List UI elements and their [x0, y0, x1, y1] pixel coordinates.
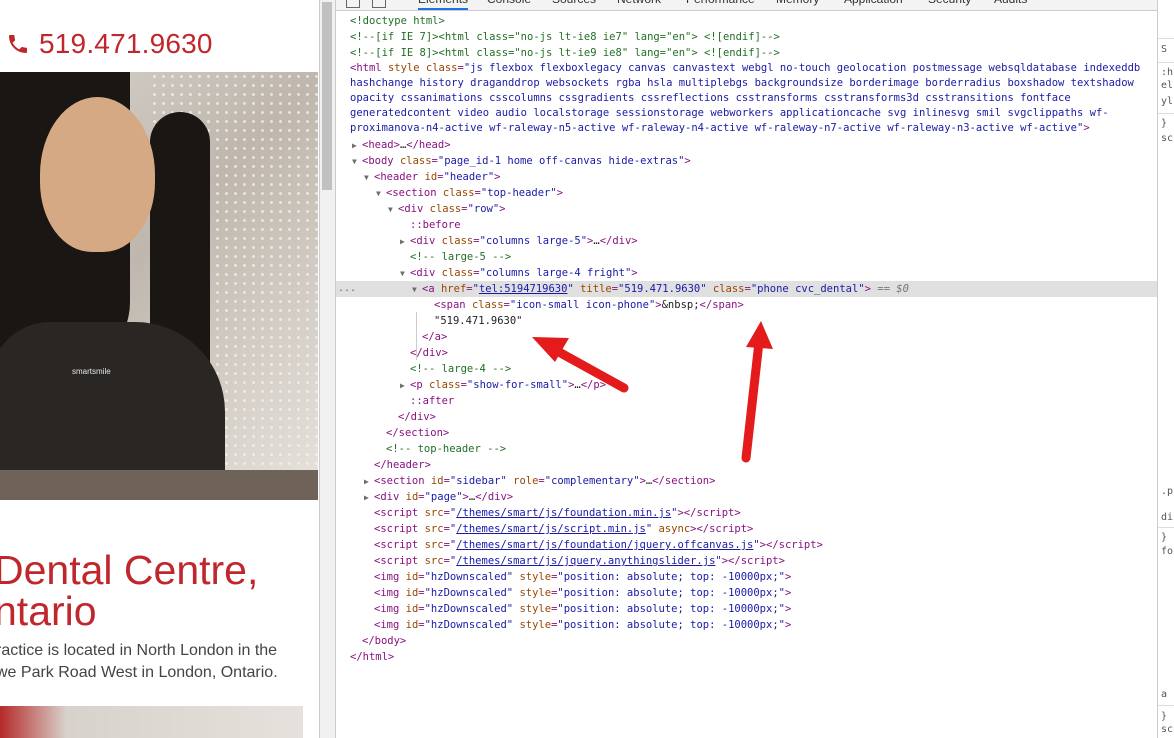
arrow-to-text-node — [532, 337, 629, 393]
website-viewport: 519.471.9630 smartsmile Dental Centre, n… — [0, 0, 319, 738]
phone-number: 519.471.9630 — [39, 28, 213, 59]
styles-fragment: sc — [1161, 724, 1174, 735]
scrollbar-thumb[interactable] — [322, 2, 332, 190]
styles-fragment: :h — [1161, 67, 1174, 78]
annotation-arrows — [532, 321, 773, 463]
styles-fragment: el — [1161, 80, 1174, 91]
header-phone-link[interactable]: 519.471.9630 — [6, 26, 213, 62]
arrow-to-class-attribute — [741, 321, 773, 463]
styles-fragment: di — [1161, 512, 1174, 523]
styles-fragment: } — [1161, 532, 1168, 543]
devtools-panel: ElementsConsoleSourcesNetworkPerformance… — [336, 0, 1157, 738]
bottom-image — [0, 706, 303, 738]
heading-line-1: Dental Centre, — [0, 547, 259, 593]
styles-fragment: .p — [1161, 486, 1174, 497]
intro-line-2: we Park Road West in London, Ontario. — [0, 664, 278, 681]
styles-fragment: sc — [1161, 133, 1174, 144]
phone-icon — [9, 35, 27, 53]
styles-fragment: a — [1161, 689, 1168, 700]
styles-fragment: } — [1161, 118, 1168, 129]
hero-image: smartsmile — [0, 72, 318, 500]
styles-fragment: } — [1161, 711, 1168, 722]
heading-line-2: ntario — [0, 588, 97, 634]
styles-fragment: yl — [1161, 96, 1174, 107]
styles-fragment: fo — [1161, 546, 1174, 557]
intro-line-1: ractice is located in North London in th… — [0, 642, 278, 659]
intro-paragraph: ractice is located in North London in th… — [0, 640, 306, 684]
styles-pane: S :h el yl} sc .p di} fo a} sc — [1157, 0, 1174, 738]
page-heading: Dental Centre, ntario — [0, 550, 258, 632]
styles-fragment: S — [1161, 44, 1168, 55]
shirt-logo: smartsmile — [72, 367, 111, 376]
